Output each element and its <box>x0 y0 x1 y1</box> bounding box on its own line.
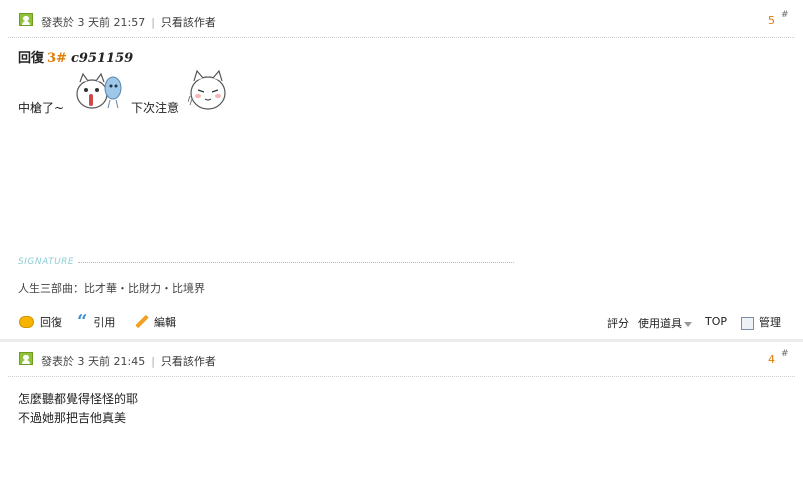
separator: | <box>151 355 155 368</box>
message-text-2: 下次注意 <box>131 101 180 115</box>
message-line-2: 不過她那把吉他真美 <box>18 411 127 425</box>
top-link[interactable]: TOP <box>705 315 727 328</box>
signature-label: SIGNATURE <box>18 257 75 267</box>
post-meta: 發表於 3 天前 21:57 | 只看該作者 <box>41 14 216 30</box>
quote-button[interactable]: “ 引用 <box>77 311 116 332</box>
emoticon-shocked-icon <box>76 72 122 109</box>
use-item-label: 使用道具 <box>638 317 682 330</box>
user-icon <box>19 352 33 365</box>
reply-label: 回復 <box>18 51 45 66</box>
only-author-link[interactable]: 只看該作者 <box>161 355 216 368</box>
floor-mark: # <box>781 10 789 20</box>
post-date: 發表於 3 天前 21:45 <box>41 355 146 368</box>
manage-toggle[interactable]: 管理 <box>741 314 781 330</box>
rate-button[interactable]: 評分 <box>607 315 629 331</box>
post-meta: 發表於 3 天前 21:45 | 只看該作者 <box>41 353 216 369</box>
pencil-icon <box>134 315 148 329</box>
manage-label: 管理 <box>759 316 781 329</box>
separator: | <box>151 16 155 29</box>
post-date: 發表於 3 天前 21:57 <box>41 16 146 29</box>
emoticon-embarrassed-icon <box>188 69 226 110</box>
signature-text: 人生三部曲：比才華・比財力・比境界 <box>18 282 205 295</box>
chevron-down-icon <box>684 321 692 327</box>
floor-number[interactable]: 4 <box>768 353 775 366</box>
header-divider <box>8 376 795 377</box>
signature-divider <box>78 262 514 263</box>
only-author-link[interactable]: 只看該作者 <box>161 16 216 29</box>
speech-bubble-icon <box>19 316 34 328</box>
user-icon <box>19 13 33 26</box>
post-5: 發表於 3 天前 21:57 | 只看該作者 5 # 回復 3# c951159 中槍了… <box>0 0 803 340</box>
checkbox-icon[interactable] <box>741 316 754 330</box>
reply-button-label: 回復 <box>40 316 62 329</box>
reply-floor-link[interactable]: 3# <box>47 51 67 66</box>
reply-user: c951159 <box>70 51 134 66</box>
message-text-1: 中槍了~ <box>18 101 65 115</box>
post-4: 發表於 3 天前 21:45 | 只看該作者 4 # 怎麼聽都覺得怪怪的耶 不過她那… <box>0 342 803 485</box>
use-item-menu[interactable]: 使用道具 <box>638 315 692 331</box>
quote-button-label: 引用 <box>93 316 116 329</box>
reply-reference: 回復 3# c951159 <box>18 47 133 66</box>
reply-button[interactable]: 回復 <box>19 314 62 330</box>
header-divider <box>8 37 795 38</box>
quote-icon: “ <box>77 311 88 332</box>
edit-button-label: 編輯 <box>154 316 176 329</box>
floor-number[interactable]: 5 <box>768 14 775 27</box>
message-line-1: 怎麼聽都覺得怪怪的耶 <box>18 392 139 406</box>
floor-mark: # <box>781 349 789 359</box>
edit-button[interactable]: 編輯 <box>134 314 176 330</box>
